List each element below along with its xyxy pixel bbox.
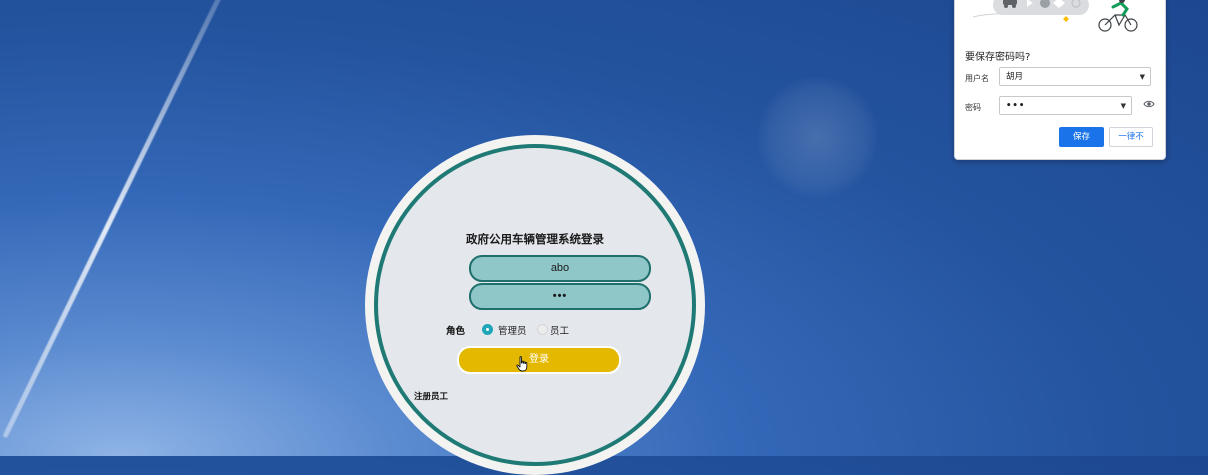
never-save-button[interactable]: 一律不 [1109,127,1153,147]
popup-password-value: ••• [1006,101,1026,111]
chevron-down-icon[interactable]: ▼ [1140,68,1145,87]
eye-icon[interactable] [1143,99,1155,109]
role-admin-label[interactable]: 管理员 [498,323,527,337]
popup-username-value: 胡月 [1006,72,1024,82]
hand-cursor-icon [516,356,528,372]
save-password-illustration [972,0,1138,32]
login-title: 政府公用车辆管理系统登录 [466,232,604,246]
role-label: 角色 [446,326,466,337]
register-staff-link[interactable]: 注册员工 [414,390,448,402]
popup-username-select[interactable]: 胡月 ▼ [999,67,1151,86]
lens-flare [755,75,880,200]
login-panel: 政府公用车辆管理系统登录 abo ••• 角色 管理员 员工 登录 注册员工 [365,135,705,475]
popup-password-select[interactable]: ••• ▼ [999,96,1132,115]
cyclist-icon [1098,0,1138,32]
save-password-button[interactable]: 保存 [1059,127,1104,147]
role-staff-label[interactable]: 员工 [550,323,569,337]
role-admin-radio[interactable] [483,325,492,334]
save-password-popup: 要保存密码吗? 用户名 胡月 ▼ 密码 ••• ▼ 保存 一律不 [954,0,1166,160]
popup-title: 要保存密码吗? [965,52,1031,63]
popup-password-label: 密码 [965,103,981,112]
popup-username-label: 用户名 [965,74,989,83]
username-input[interactable]: abo [469,255,651,282]
chevron-down-icon[interactable]: ▼ [1121,97,1126,116]
login-button[interactable]: 登录 [457,346,621,374]
role-staff-radio[interactable] [538,325,547,334]
password-input[interactable]: ••• [469,283,651,310]
login-panel-inner: 政府公用车辆管理系统登录 abo ••• 角色 管理员 员工 登录 注册员工 [374,144,696,466]
contrail-streak [2,0,235,439]
